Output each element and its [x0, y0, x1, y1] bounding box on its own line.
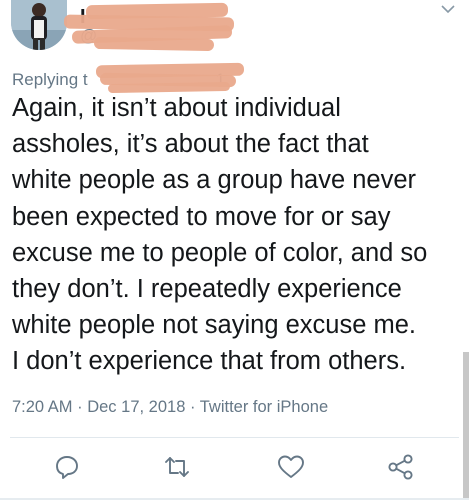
retweet-icon — [165, 457, 189, 477]
avatar[interactable] — [11, 0, 67, 50]
heart-icon — [278, 455, 304, 478]
tweet-meta: 7:20 AM · Dec 17, 2018 · Twitter for iPh… — [12, 398, 328, 417]
meta-separator: · — [185, 398, 200, 416]
redaction-mark — [93, 36, 215, 52]
tweet-source[interactable]: Twitter for iPhone — [200, 398, 328, 416]
retweet-button[interactable] — [162, 452, 192, 482]
like-button[interactable] — [276, 452, 306, 482]
reply-button[interactable] — [52, 452, 82, 482]
action-bar — [0, 452, 469, 484]
tweet: I @ Replying t1 Again, it isn’t about in… — [0, 0, 469, 500]
reply-icon — [56, 456, 78, 479]
tweet-text: Again, it isn’t about individual asshole… — [12, 94, 428, 376]
share-icon — [388, 454, 413, 480]
scrollbar[interactable] — [463, 352, 469, 500]
chevron-down-icon[interactable] — [441, 2, 455, 16]
tweet-date[interactable]: Dec 17, 2018 — [87, 398, 185, 416]
meta-separator: · — [72, 398, 88, 416]
tweet-time[interactable]: 7:20 AM — [12, 398, 73, 416]
share-button[interactable] — [386, 452, 416, 482]
replying-label: Replying t — [12, 70, 88, 89]
divider — [10, 437, 459, 438]
